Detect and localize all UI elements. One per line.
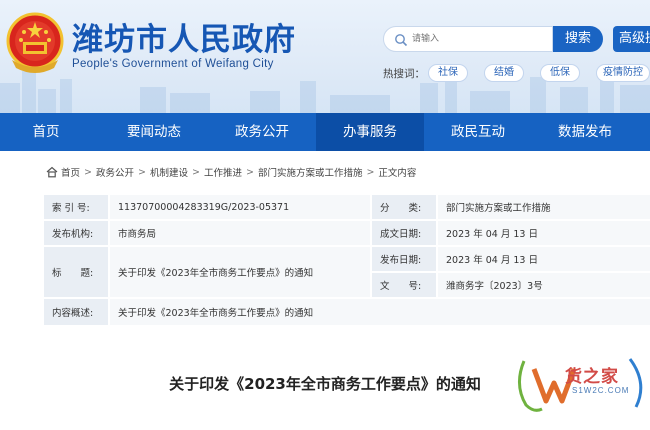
advanced-search-button[interactable]: 高级搜: [613, 26, 650, 52]
hot-word-tag[interactable]: 社保: [428, 64, 468, 82]
hot-word-tag[interactable]: 疫情防控: [596, 64, 650, 82]
breadcrumb-separator: >: [138, 166, 146, 178]
breadcrumb-separator: >: [191, 166, 200, 178]
nav-item-home[interactable]: 首页: [0, 113, 92, 151]
title-value: 关于印发《2023年全市商务工作要点》的通知: [110, 247, 370, 297]
breadcrumb-separator: >: [84, 166, 92, 178]
breadcrumb: 首页 > 政务公开 > 机制建设 > 工作推进 > 部门实施方案或工作措施 > …: [46, 164, 416, 180]
title-label: 标 题:: [44, 247, 108, 297]
watermark-text: 货之家: [565, 367, 619, 387]
category-label: 分 类:: [372, 195, 436, 219]
breadcrumb-gov-affairs[interactable]: 政务公开: [96, 165, 134, 179]
breadcrumb-work[interactable]: 工作推进: [204, 165, 242, 179]
published-date-value: 2023 年 04 月 13 日: [438, 247, 650, 271]
search-input[interactable]: [412, 31, 547, 47]
nav-item-data[interactable]: 数据发布: [535, 113, 635, 151]
doc-number-label: 文 号:: [372, 273, 436, 297]
index-value: 11370700004283319G/2023-05371: [110, 195, 370, 219]
search-icon: [395, 34, 408, 47]
breadcrumb-separator: >: [245, 166, 254, 178]
search-button[interactable]: 搜索: [553, 26, 603, 52]
home-icon: [46, 166, 58, 178]
hot-word-tag[interactable]: 结婚: [484, 64, 524, 82]
site-title[interactable]: 潍坊市人民政府: [72, 14, 296, 59]
breadcrumb-measures[interactable]: 部门实施方案或工作措施: [258, 165, 363, 179]
hot-word-tag[interactable]: 低保: [540, 64, 580, 82]
breadcrumb-separator: >: [366, 166, 375, 178]
published-date-label: 发布日期:: [372, 247, 436, 271]
search-box[interactable]: [383, 26, 553, 52]
created-date-label: 成文日期:: [372, 221, 436, 245]
created-date-value: 2023 年 04 月 13 日: [438, 221, 650, 245]
watermark-url: S1W2C.COM: [572, 386, 630, 395]
summary-label: 内容概述:: [44, 299, 108, 325]
nav-item-interaction[interactable]: 政民互动: [428, 113, 528, 151]
nav-item-services[interactable]: 办事服务: [316, 113, 424, 151]
category-value: 部门实施方案或工作措施: [438, 195, 650, 219]
national-emblem-icon: [6, 12, 64, 73]
breadcrumb-home[interactable]: 首页: [61, 165, 80, 179]
breadcrumb-mechanism[interactable]: 机制建设: [150, 165, 188, 179]
nav-item-news[interactable]: 要闻动态: [105, 113, 203, 151]
doc-number-value: 潍商务字〔2023〕3号: [438, 273, 650, 297]
summary-value: 关于印发《2023年全市商务工作要点》的通知: [110, 299, 650, 325]
publisher-value: 市商务局: [110, 221, 370, 245]
index-label: 索 引 号:: [44, 195, 108, 219]
publisher-label: 发布机构:: [44, 221, 108, 245]
hot-words-label: 热搜词：: [383, 68, 425, 80]
nav-item-gov-affairs[interactable]: 政务公开: [212, 113, 312, 151]
site-subtitle: People's Government of Weifang City: [72, 58, 274, 70]
site-header: 潍坊市人民政府 People's Government of Weifang C…: [0, 0, 650, 113]
main-nav: 首页 要闻动态 政务公开 办事服务 政民互动 数据发布: [0, 113, 650, 151]
breadcrumb-current: 正文内容: [378, 168, 417, 179]
